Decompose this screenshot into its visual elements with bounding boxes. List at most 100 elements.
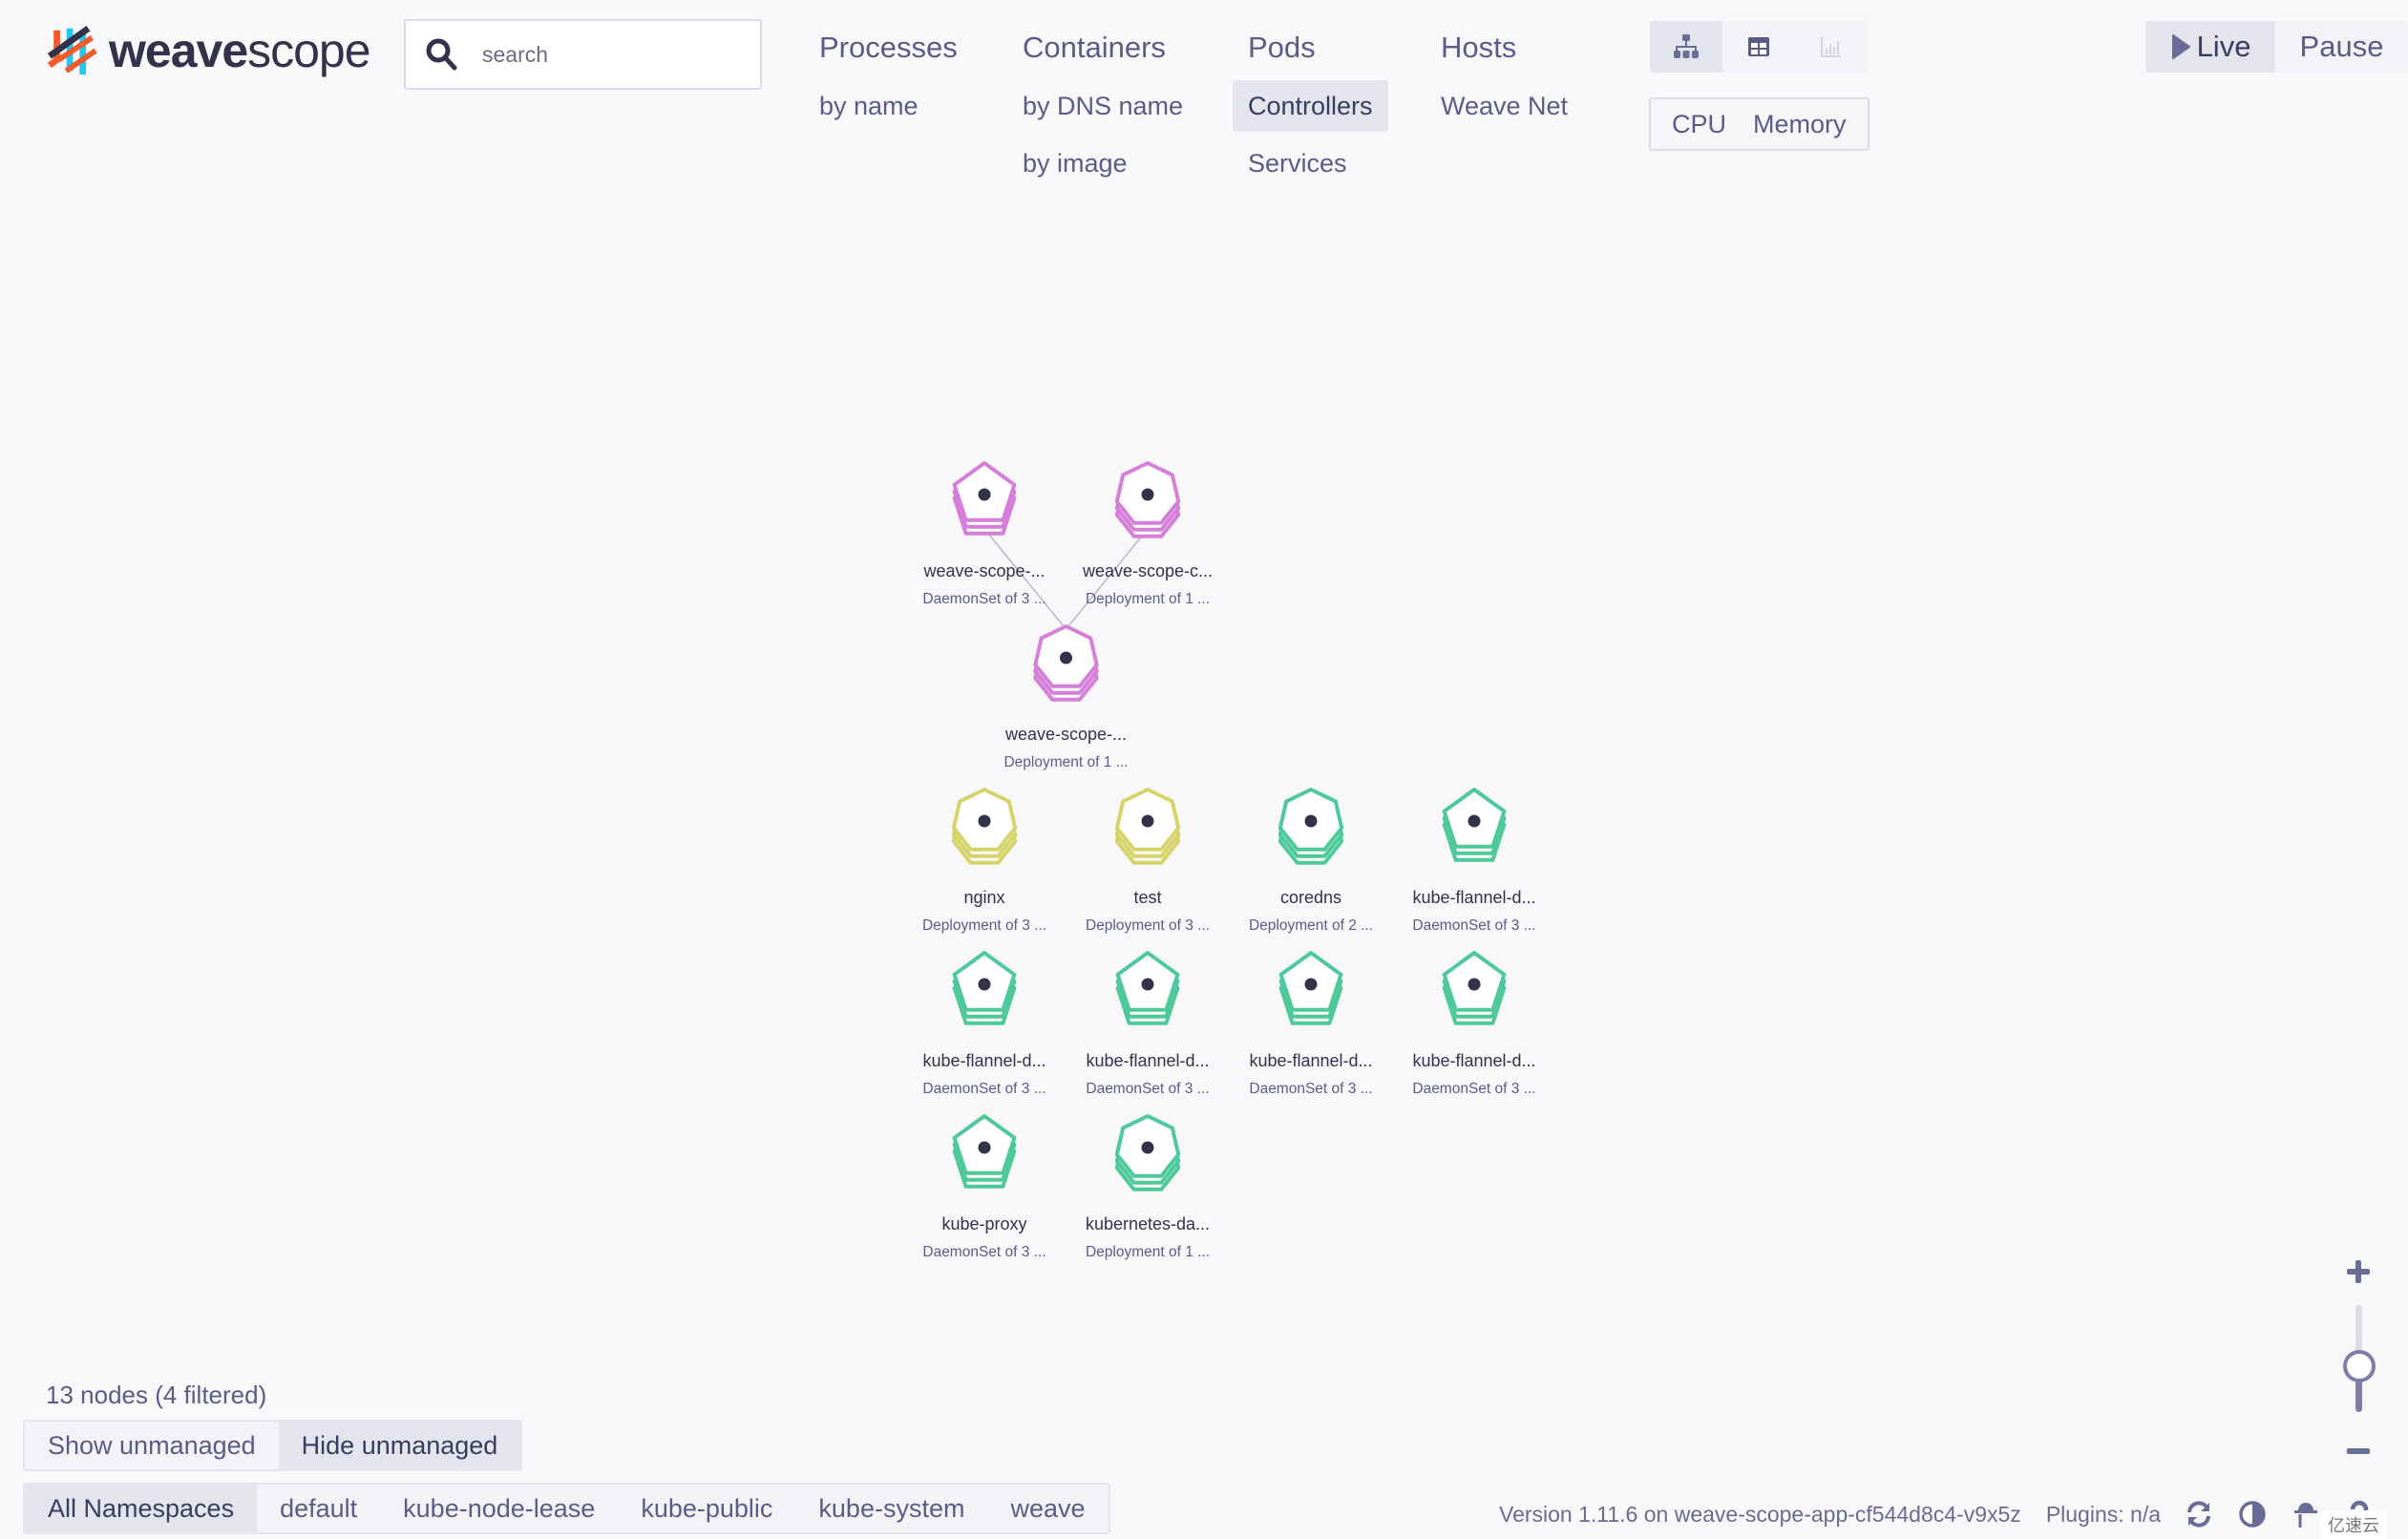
refresh-icon[interactable] bbox=[2184, 1499, 2214, 1529]
namespace-kube-public[interactable]: kube-public bbox=[618, 1485, 795, 1532]
node-label: coredns bbox=[1280, 888, 1341, 907]
node-sublabel: DaemonSet of 3 ... bbox=[1249, 1081, 1372, 1097]
search-input[interactable] bbox=[480, 40, 732, 69]
node-label: kube-flannel-d... bbox=[1412, 888, 1535, 907]
search-icon bbox=[426, 38, 457, 71]
nav-containers-by-image[interactable]: by image bbox=[1007, 137, 1198, 189]
namespace-selector: All Namespaces default kube-node-lease k… bbox=[23, 1483, 1110, 1534]
node-label: weave-scope-... bbox=[1004, 725, 1127, 744]
graph-node[interactable]: weave-scope-c... Deployment of 1 ... bbox=[1082, 461, 1213, 607]
graph-node[interactable]: weave-scope-... Deployment of 1 ... bbox=[1003, 624, 1129, 770]
node-label: kube-flannel-d... bbox=[1412, 1051, 1535, 1070]
node-sublabel: Deployment of 1 ... bbox=[1086, 1244, 1210, 1260]
graph-node[interactable]: kube-flannel-d... DaemonSet of 3 ... bbox=[1249, 951, 1373, 1097]
nav-processes-by-name[interactable]: by name bbox=[804, 80, 973, 132]
node-center-dot bbox=[1304, 814, 1318, 828]
namespace-kube-node-lease[interactable]: kube-node-lease bbox=[380, 1485, 618, 1532]
namespace-default[interactable]: default bbox=[257, 1485, 380, 1532]
graph-node[interactable]: kube-flannel-d... DaemonSet of 3 ... bbox=[1412, 788, 1536, 934]
nav-group-containers: Containers by DNS name by image bbox=[1007, 21, 1198, 189]
graph-node[interactable]: kube-flannel-d... DaemonSet of 3 ... bbox=[1086, 951, 1210, 1097]
node-label: kubernetes-da... bbox=[1086, 1214, 1210, 1233]
node-sublabel: DaemonSet of 3 ... bbox=[1086, 1081, 1209, 1097]
node-center-dot bbox=[1141, 1141, 1154, 1154]
node-center-dot bbox=[978, 978, 991, 991]
metric-memory[interactable]: Memory bbox=[1740, 110, 1860, 139]
view-mode-selector bbox=[1650, 21, 1868, 73]
version-text: Version 1.11.6 on weave-scope-app-cf544d… bbox=[1499, 1501, 2021, 1527]
node-sublabel: Deployment of 3 ... bbox=[922, 917, 1046, 934]
node-label: kube-flannel-d... bbox=[1249, 1051, 1372, 1070]
table-view-button[interactable] bbox=[1722, 21, 1795, 73]
node-label: kube-flannel-d... bbox=[922, 1051, 1046, 1070]
node-sublabel: DaemonSet of 3 ... bbox=[922, 1244, 1046, 1260]
graph-view-button[interactable] bbox=[1650, 21, 1722, 73]
zoom-slider-thumb[interactable] bbox=[2343, 1349, 2376, 1382]
metric-cpu[interactable]: CPU bbox=[1658, 110, 1740, 139]
zoom-out-icon[interactable] bbox=[2339, 1432, 2377, 1470]
node-label: weave-scope-c... bbox=[1082, 561, 1213, 580]
node-sublabel: DaemonSet of 3 ... bbox=[1412, 917, 1535, 934]
node-label: kube-flannel-d... bbox=[1086, 1051, 1209, 1070]
zoom-control bbox=[2330, 1251, 2387, 1480]
footer-status: Version 1.11.6 on weave-scope-app-cf544d… bbox=[1499, 1495, 2375, 1533]
graph-node[interactable]: kubernetes-da... Deployment of 1 ... bbox=[1086, 1114, 1210, 1260]
node-center-dot bbox=[1141, 978, 1154, 991]
nav-containers-by-dns-name[interactable]: by DNS name bbox=[1007, 80, 1198, 132]
table-icon bbox=[1748, 37, 1769, 56]
node-sublabel: Deployment of 3 ... bbox=[1086, 917, 1210, 934]
search-box[interactable] bbox=[404, 19, 762, 90]
plugins-text: Plugins: n/a bbox=[2045, 1501, 2162, 1527]
node-label: kube-proxy bbox=[941, 1214, 1026, 1233]
namespace-kube-system[interactable]: kube-system bbox=[795, 1485, 987, 1532]
live-pause-toggle: Live Pause bbox=[2145, 21, 2408, 73]
node-center-dot bbox=[1141, 488, 1154, 501]
graph-node[interactable]: kube-flannel-d... DaemonSet of 3 ... bbox=[922, 951, 1046, 1097]
logo-text: weavescope bbox=[109, 24, 371, 77]
node-label: nginx bbox=[963, 888, 1004, 907]
graph-node[interactable]: kube-flannel-d... DaemonSet of 3 ... bbox=[1412, 951, 1536, 1097]
node-label: weave-scope-... bbox=[922, 561, 1045, 580]
node-center-dot bbox=[978, 488, 991, 501]
nav-hosts-weave-net[interactable]: Weave Net bbox=[1426, 80, 1583, 132]
graph-node[interactable]: weave-scope-... DaemonSet of 3 ... bbox=[922, 461, 1046, 607]
graph-node[interactable]: nginx Deployment of 3 ... bbox=[922, 788, 1046, 934]
node-center-dot bbox=[1060, 651, 1072, 664]
node-center-dot bbox=[1304, 978, 1318, 991]
node-count-status: 13 nodes (4 filtered) bbox=[46, 1381, 267, 1409]
node-sublabel: DaemonSet of 3 ... bbox=[1412, 1081, 1535, 1097]
graph-node[interactable]: coredns Deployment of 2 ... bbox=[1249, 788, 1373, 934]
graph-node[interactable]: test Deployment of 3 ... bbox=[1086, 788, 1210, 934]
nav-pods-services[interactable]: Services bbox=[1233, 137, 1388, 189]
weavescope-logo[interactable]: weavescope bbox=[46, 21, 371, 80]
contrast-icon[interactable] bbox=[2237, 1499, 2268, 1529]
live-label: Live bbox=[2196, 30, 2251, 63]
namespace-weave[interactable]: weave bbox=[987, 1485, 1108, 1532]
topology-graph: weave-scope-...DaemonSet of 3 ...weave-s… bbox=[922, 461, 1536, 1260]
pause-button[interactable]: Pause bbox=[2275, 21, 2408, 73]
weave-logo-icon bbox=[47, 26, 97, 75]
nav-processes[interactable]: Processes bbox=[804, 21, 973, 74]
nav-hosts[interactable]: Hosts bbox=[1426, 21, 1583, 74]
graph-nodes: weave-scope-...DaemonSet of 3 ...weave-s… bbox=[922, 461, 1536, 1260]
node-center-dot bbox=[978, 814, 991, 828]
nav-containers[interactable]: Containers bbox=[1007, 21, 1198, 74]
nav-pods[interactable]: Pods bbox=[1233, 21, 1388, 74]
resources-view-button[interactable] bbox=[1795, 21, 1868, 73]
node-center-dot bbox=[978, 1141, 991, 1154]
node-sublabel: Deployment of 2 ... bbox=[1249, 917, 1373, 934]
node-center-dot bbox=[1468, 814, 1481, 828]
node-sublabel: DaemonSet of 3 ... bbox=[922, 1081, 1046, 1097]
graph-node[interactable]: kube-proxy DaemonSet of 3 ... bbox=[922, 1114, 1046, 1260]
show-unmanaged-button[interactable]: Show unmanaged bbox=[25, 1422, 279, 1469]
node-label: test bbox=[1133, 888, 1161, 907]
namespace-all[interactable]: All Namespaces bbox=[25, 1485, 258, 1532]
zoom-in-icon[interactable] bbox=[2339, 1253, 2377, 1291]
hide-unmanaged-button[interactable]: Hide unmanaged bbox=[278, 1422, 521, 1469]
nav-pods-controllers[interactable]: Controllers bbox=[1233, 80, 1388, 132]
bar-chart-icon bbox=[1821, 37, 1841, 57]
nav-group-processes: Processes by name bbox=[804, 21, 973, 132]
troubleshoot-icon[interactable] bbox=[2291, 1499, 2321, 1529]
live-button[interactable]: Live bbox=[2145, 21, 2275, 73]
metric-selector: CPU Memory bbox=[1649, 97, 1869, 151]
